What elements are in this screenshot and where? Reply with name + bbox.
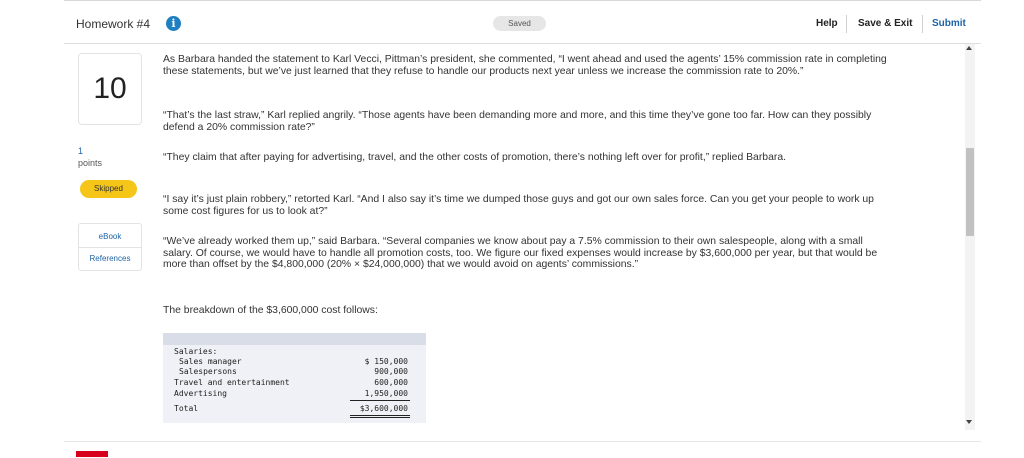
table-total-value: $3,600,000	[359, 404, 408, 413]
table-row-value: $ 150,000	[364, 357, 408, 366]
header-divider	[846, 15, 847, 33]
links-divider	[79, 247, 141, 248]
scrollbar[interactable]	[965, 44, 975, 430]
saved-status-badge: Saved	[493, 16, 546, 31]
references-link[interactable]: References	[79, 254, 141, 263]
ebook-link[interactable]: eBook	[79, 232, 141, 241]
header-bar: Homework #4 i Saved Help Save & Exit Sub…	[64, 1, 981, 44]
help-link[interactable]: Help	[816, 18, 838, 29]
table-row-label: Sales manager	[179, 357, 242, 366]
table-header	[163, 333, 426, 345]
table-row-value: 900,000	[374, 367, 408, 376]
table-total-label: Total	[174, 404, 199, 413]
resource-links-box: eBook References	[78, 223, 142, 271]
points-value: 1	[78, 146, 84, 156]
double-rule	[350, 415, 410, 416]
cost-breakdown-table: Salaries: Sales manager $ 150,000 Salesp…	[163, 345, 426, 423]
table-section-label: Salaries:	[174, 347, 218, 356]
mcgraw-hill-logo	[76, 451, 108, 457]
save-exit-link[interactable]: Save & Exit	[858, 18, 912, 29]
question-number: 10	[78, 53, 142, 125]
paragraph: “I say it’s just plain robbery,” retorte…	[163, 194, 874, 217]
table-row-label: Advertising	[174, 389, 227, 398]
table-row-label: Travel and entertainment	[174, 378, 290, 387]
info-icon[interactable]: i	[166, 16, 181, 31]
scroll-up-icon[interactable]	[966, 46, 972, 50]
paragraph: The breakdown of the $3,600,000 cost fol…	[163, 305, 378, 316]
scrollbar-thumb[interactable]	[966, 148, 974, 236]
paragraph: “They claim that after paying for advert…	[163, 152, 786, 163]
submit-link[interactable]: Submit	[932, 18, 966, 29]
table-row-label: Salespersons	[179, 367, 237, 376]
points-label: points	[78, 158, 103, 168]
header-divider	[922, 15, 923, 33]
scroll-down-icon[interactable]	[966, 420, 972, 424]
footer-bar	[64, 441, 981, 458]
paragraph: “That’s the last straw,” Karl replied an…	[163, 110, 872, 133]
total-rule	[350, 400, 410, 401]
paragraph: As Barbara handed the statement to Karl …	[163, 54, 887, 77]
table-row-value: 1,950,000	[364, 389, 408, 398]
paragraph: “We’ve already worked them up,” said Bar…	[163, 236, 878, 270]
double-rule	[350, 417, 410, 418]
skipped-badge: Skipped	[80, 180, 137, 198]
table-row-value: 600,000	[374, 378, 408, 387]
homework-title: Homework #4	[76, 17, 151, 31]
